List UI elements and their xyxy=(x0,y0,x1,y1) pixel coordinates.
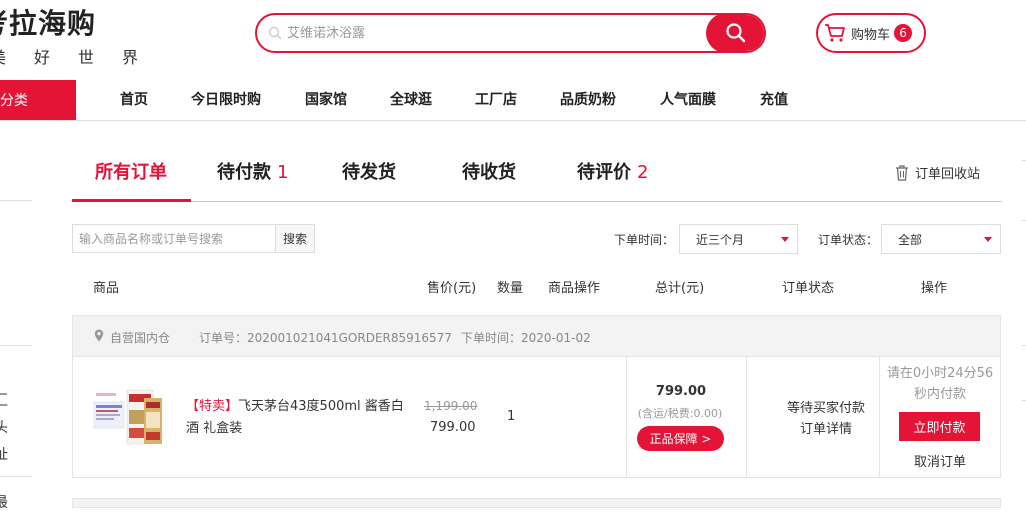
logo-slogan: 美好世界 xyxy=(0,44,166,68)
tab-count: 2 xyxy=(637,162,649,183)
quantity: 1 xyxy=(507,409,516,424)
tab-pending-receipt[interactable]: 待收货 xyxy=(462,158,516,188)
nav-item-recharge[interactable]: 充值 xyxy=(760,80,788,120)
cart-count-badge: 6 xyxy=(894,24,913,42)
tab-label: 待评价 xyxy=(577,162,631,183)
dropdown-caret-icon xyxy=(984,237,992,242)
nav-item-flash-sale[interactable]: 今日限时购 xyxy=(191,80,261,120)
search-icon xyxy=(726,23,746,43)
tab-count: 1 xyxy=(277,162,289,183)
column-divider xyxy=(746,357,747,477)
order-status-select[interactable]: 全部 xyxy=(881,224,1001,254)
col-header-price: 售价(元) xyxy=(427,281,477,296)
cart-button[interactable]: 购物车 6 xyxy=(816,13,926,53)
cart-label: 购物车 xyxy=(851,27,891,43)
trash-icon xyxy=(896,165,908,181)
warehouse-label: 自营国内仓 xyxy=(110,331,171,345)
next-order-header xyxy=(72,498,1001,508)
product-image[interactable] xyxy=(92,388,176,448)
order-time-label: 下单时间： xyxy=(614,233,675,247)
order-search-input[interactable] xyxy=(72,224,276,253)
tab-label: 待收货 xyxy=(462,162,516,183)
search-button[interactable] xyxy=(706,15,764,51)
search-input[interactable] xyxy=(287,23,687,43)
slogan-char: 好 xyxy=(34,48,51,67)
tab-pending-payment[interactable]: 待付款 1 xyxy=(217,158,288,188)
order-time-value: 近三个月 xyxy=(696,232,745,247)
col-header-product: 商品 xyxy=(93,281,120,296)
tab-label: 待付款 xyxy=(217,162,271,183)
order-search-button[interactable]: 搜索 xyxy=(275,224,315,253)
right-edge-divider xyxy=(1022,345,1026,346)
nav-item-milk-powder[interactable]: 品质奶粉 xyxy=(560,80,616,120)
order-time: 下单时间：2020-01-02 xyxy=(461,331,591,345)
sidebar-divider xyxy=(0,200,32,201)
sidebar-divider xyxy=(0,476,32,477)
nav-item-home[interactable]: 首页 xyxy=(120,80,148,120)
shipping-tax-note: (含运/税费:0.00) xyxy=(637,407,723,420)
tab-label: 所有订单 xyxy=(95,162,167,183)
col-header-quantity: 数量 xyxy=(497,281,524,296)
sidebar-item[interactable]: 址 xyxy=(0,444,8,464)
sidebar-item[interactable]: 最 xyxy=(0,492,8,512)
recycle-bin-link[interactable]: 订单回收站 xyxy=(894,163,980,182)
authentic-guarantee-button[interactable]: 正品保障 > xyxy=(637,426,724,451)
product-tag: 【特卖】 xyxy=(186,399,239,414)
tab-all-orders[interactable]: 所有订单 xyxy=(95,158,167,188)
search-bar xyxy=(255,13,766,53)
sidebar-item[interactable]: 头 xyxy=(0,417,8,437)
right-edge-divider xyxy=(1022,160,1026,161)
order-number: 订单号：202001021041GORDER85916577 xyxy=(199,331,452,345)
cancel-order-link[interactable]: 取消订单 xyxy=(900,451,980,470)
sidebar-item[interactable]: 汇 xyxy=(0,390,8,410)
right-edge-divider xyxy=(1022,400,1026,401)
cart-icon xyxy=(825,24,845,42)
category-menu-button[interactable]: 分类 xyxy=(0,80,76,120)
slogan-char: 美 xyxy=(0,48,6,67)
order-status-value: 全部 xyxy=(898,232,923,247)
tab-label: 待发货 xyxy=(342,162,396,183)
sidebar-divider xyxy=(0,345,32,346)
col-header-product-actions: 商品操作 xyxy=(548,281,601,296)
nav-item-face-mask[interactable]: 人气面膜 xyxy=(660,80,716,120)
nav-item-factory[interactable]: 工厂店 xyxy=(475,80,517,120)
order-status-label: 订单状态： xyxy=(818,233,879,247)
sale-price: 799.00 xyxy=(430,420,476,435)
tab-pending-shipment[interactable]: 待发货 xyxy=(342,158,396,188)
right-edge-divider xyxy=(1022,220,1026,221)
product-name-link[interactable]: 【特卖】飞天茅台43度500ml 酱香白酒 礼盒装 xyxy=(186,396,406,440)
recycle-bin-label: 订单回收站 xyxy=(915,167,981,182)
nav-item-country[interactable]: 国家馆 xyxy=(305,80,347,120)
order-detail-link[interactable]: 订单详情 xyxy=(756,419,896,440)
tab-pending-review[interactable]: 待评价 2 xyxy=(577,158,648,188)
original-price: 1,199.00 xyxy=(424,399,478,413)
col-header-status: 订单状态 xyxy=(782,281,835,296)
search-icon xyxy=(268,26,282,40)
slogan-char: 世 xyxy=(78,48,95,67)
payment-countdown: 请在0小时24分56秒内付款 xyxy=(886,366,994,402)
logo[interactable]: 考拉海购 xyxy=(0,2,96,42)
dropdown-caret-icon xyxy=(781,237,789,242)
order-total: 799.00 xyxy=(655,384,707,399)
nav-item-global[interactable]: 全球逛 xyxy=(390,80,432,120)
order-status: 等待买家付款 订单详情 xyxy=(756,398,896,440)
col-header-total: 总计(元) xyxy=(655,281,705,296)
column-divider xyxy=(626,357,627,477)
slogan-char: 界 xyxy=(122,48,139,67)
col-header-actions: 操作 xyxy=(921,281,948,296)
pay-now-button[interactable]: 立即付款 xyxy=(899,412,980,441)
location-pin-icon xyxy=(94,329,104,342)
status-text: 等待买家付款 xyxy=(786,401,865,416)
active-tab-indicator xyxy=(72,199,191,202)
tabs-divider xyxy=(72,201,1002,202)
order-time-select[interactable]: 近三个月 xyxy=(679,224,798,254)
